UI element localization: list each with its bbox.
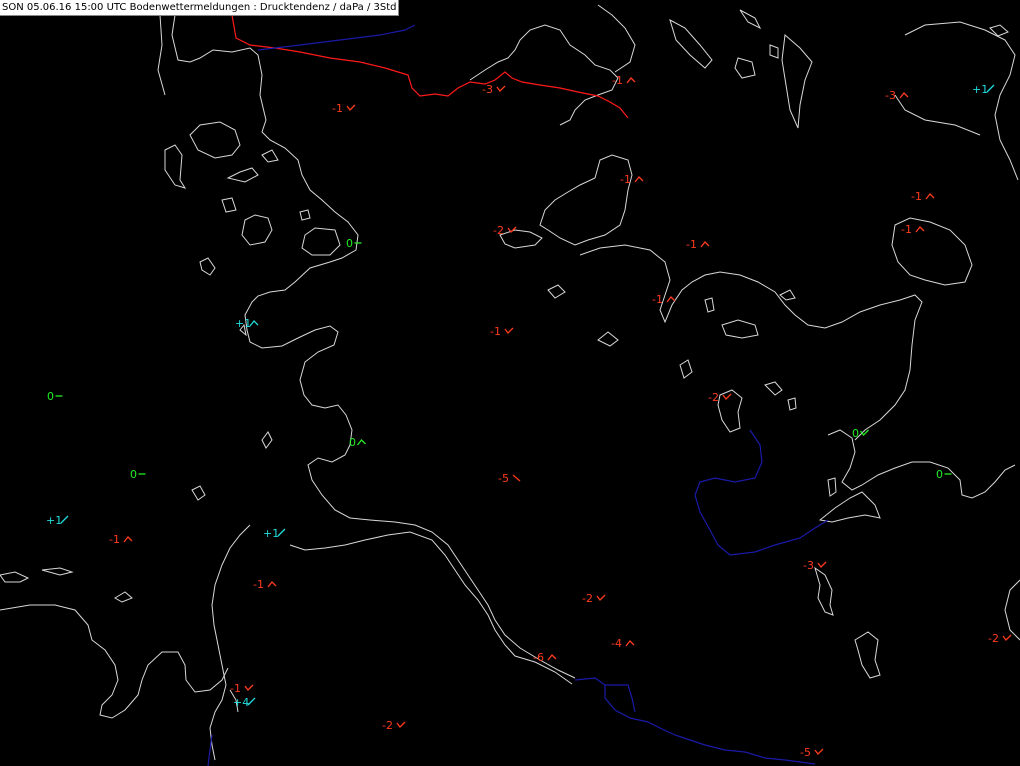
tendency-value: -5: [800, 746, 811, 759]
tendency-value: 0: [349, 436, 356, 449]
tendency-value: 0: [936, 468, 943, 481]
tendency-value: -1: [253, 578, 264, 591]
tendency-value: -4: [611, 637, 622, 650]
tendency-value: -2: [382, 719, 393, 732]
tendency-value: -5: [498, 472, 509, 485]
tendency-value: +1: [235, 317, 251, 330]
tendency-value: +4: [233, 696, 249, 709]
tendency-value: -2: [493, 224, 504, 237]
tendency-value: -6: [533, 651, 544, 664]
tendency-value: -1: [901, 223, 912, 236]
tendency-value: 0: [130, 468, 137, 481]
tendency-value: -1: [911, 190, 922, 203]
tendency-value: -2: [708, 391, 719, 404]
tendency-value: -3: [885, 89, 896, 102]
tendency-value: 0: [852, 427, 859, 440]
tendency-value: -2: [988, 632, 999, 645]
tendency-value: -1: [612, 74, 623, 87]
tendency-value: -3: [482, 83, 493, 96]
tendency-value: -1: [686, 238, 697, 251]
weather-map: -1 -3 -1 -3 +1 -1 -1 -2 -1 -1 0 -1 +1 -1 0 -2 0 0 0 -5 0 +1 +1…: [0, 0, 1020, 766]
tendency-value: -1: [652, 293, 663, 306]
tendency-value: -2: [582, 592, 593, 605]
tendency-value: -1: [230, 682, 241, 695]
tendency-value: +1: [972, 83, 988, 96]
tendency-value: -1: [109, 533, 120, 546]
tendency-value: -1: [490, 325, 501, 338]
tendency-value: +1: [263, 527, 279, 540]
tendency-value: 0: [346, 237, 353, 250]
tendency-value: -3: [803, 559, 814, 572]
tendency-value: +1: [46, 514, 62, 527]
map-title: SON 05.06.16 15:00 UTC Bodenwettermeldun…: [0, 0, 400, 16]
tendency-value: -1: [620, 173, 631, 186]
tendency-value: -1: [332, 102, 343, 115]
tendency-value: 0: [47, 390, 54, 403]
